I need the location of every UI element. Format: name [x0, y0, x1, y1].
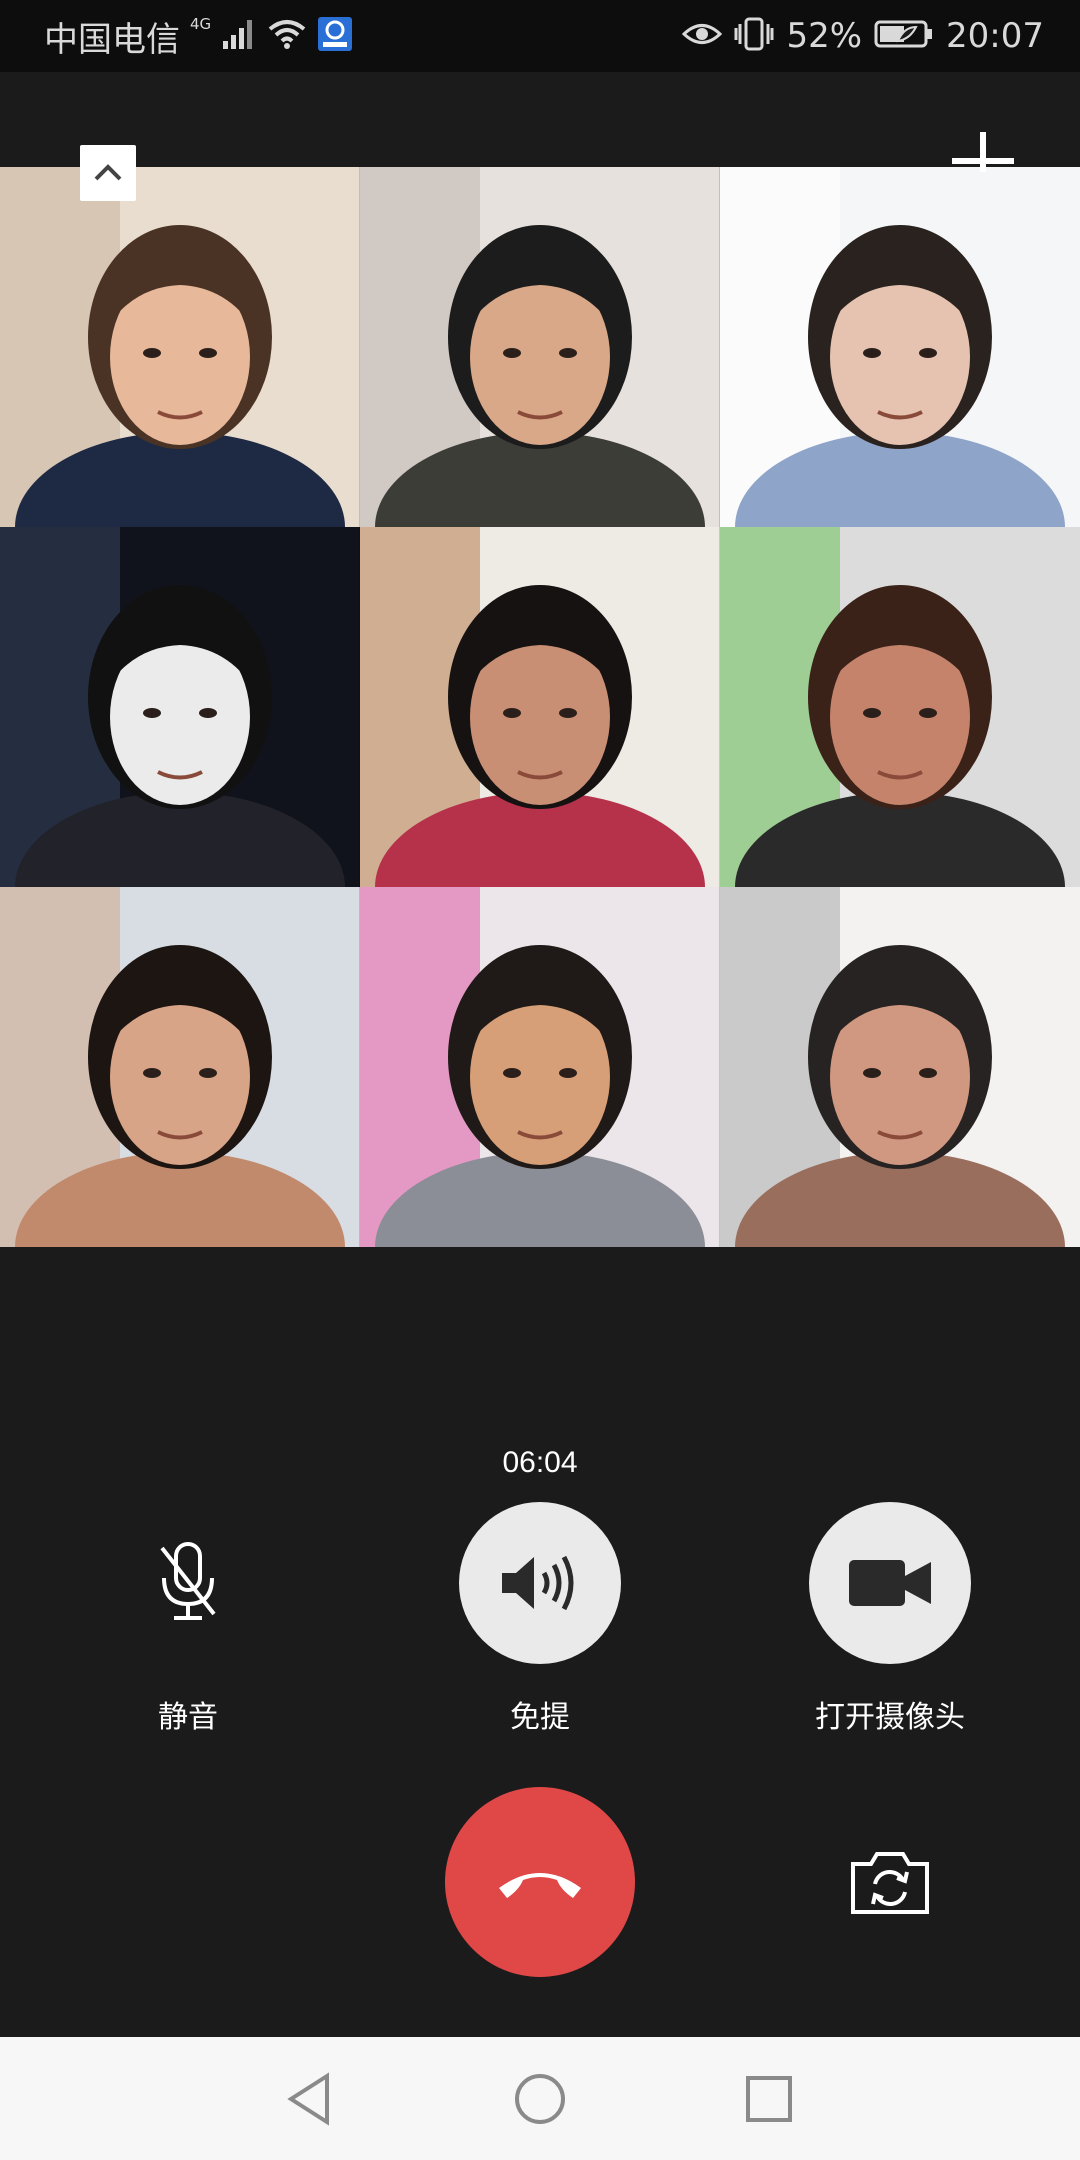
participant-video-feed [360, 527, 720, 887]
participant-video-tile[interactable] [720, 527, 1080, 887]
add-participant-button[interactable] [952, 132, 1014, 172]
video-call-screen: 中国电信 4G 52% 20:07 06:04 静音 免提 打开摄像头 [0, 0, 1080, 2160]
call-duration: 06:04 [502, 1446, 578, 1479]
participant-video-feed [0, 887, 360, 1247]
mute-control: 静音 [58, 1502, 318, 1736]
network-type: 4G [190, 15, 212, 33]
back-icon [287, 2072, 329, 2126]
participant-video-feed [360, 167, 720, 527]
hands-free-control: 免提 [410, 1502, 670, 1736]
signal-icon [221, 17, 257, 55]
participant-video-tile[interactable] [720, 887, 1080, 1247]
status-bar-left: 中国电信 4G [44, 0, 353, 72]
wifi-icon [267, 17, 307, 55]
carrier-name: 中国电信 [44, 19, 180, 60]
participant-video-feed [720, 527, 1080, 887]
participant-video-tile[interactable] [360, 527, 720, 887]
hang-up-icon [499, 1873, 581, 1898]
status-bar: 中国电信 4G 52% 20:07 [0, 0, 1080, 72]
participant-video-tile[interactable] [0, 527, 360, 887]
participant-video-feed [720, 887, 1080, 1247]
camera-control: 打开摄像头 [760, 1502, 1020, 1736]
video-camera-icon [849, 1560, 931, 1606]
chevron-up-icon [94, 164, 122, 181]
participant-video-feed [0, 527, 360, 887]
hang-up-button[interactable] [445, 1787, 635, 1977]
home-icon [515, 2074, 565, 2124]
participant-video-feed [360, 887, 720, 1247]
app-notification-icon [317, 16, 353, 56]
collapse-button[interactable] [80, 145, 136, 201]
home-button[interactable] [505, 2067, 575, 2131]
add-participant-icon [952, 132, 1014, 172]
mic-off-icon [160, 1542, 216, 1620]
participant-video-tile[interactable] [360, 167, 720, 527]
eye-comfort-icon [682, 19, 723, 53]
camera-button[interactable] [809, 1502, 971, 1664]
camera-label: 打开摄像头 [815, 1700, 965, 1735]
participant-video-tile[interactable] [0, 167, 360, 527]
participant-video-tile[interactable] [0, 887, 360, 1247]
mute-button[interactable] [107, 1502, 269, 1664]
speaker-icon [502, 1555, 574, 1611]
switch-camera-button[interactable] [840, 1840, 940, 1924]
switch-camera-icon [851, 1852, 929, 1914]
hands-free-label: 免提 [510, 1700, 570, 1735]
battery-percent: 52% [786, 16, 863, 56]
participant-video-tile[interactable] [360, 887, 720, 1247]
system-navigation-bar [0, 2037, 1080, 2160]
back-button[interactable] [274, 2067, 344, 2131]
participant-video-feed [0, 167, 360, 527]
battery-icon [874, 19, 934, 53]
clock: 20:07 [946, 16, 1044, 56]
participant-video-feed [720, 167, 1080, 527]
recents-button[interactable] [734, 2067, 804, 2131]
recents-icon [746, 2076, 792, 2122]
hands-free-button[interactable] [459, 1502, 621, 1664]
mute-label: 静音 [158, 1700, 218, 1735]
participant-video-grid [0, 167, 1080, 1247]
vibrate-icon [734, 16, 774, 56]
participant-video-tile[interactable] [720, 167, 1080, 527]
status-bar-right: 52% 20:07 [682, 0, 1044, 72]
